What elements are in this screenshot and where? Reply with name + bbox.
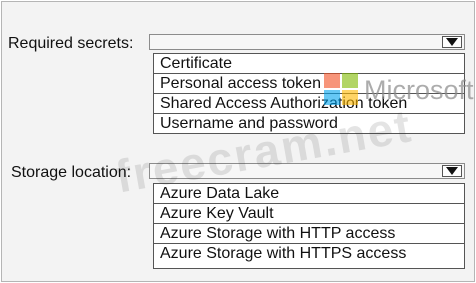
microsoft-logo-grid-icon [324, 73, 360, 107]
microsoft-logo-text: Microsoft [364, 75, 474, 105]
required-secrets-dropdown-button[interactable] [442, 36, 462, 48]
storage-location-options-list: Azure Data Lake Azure Key Vault Azure St… [153, 183, 465, 269]
chevron-down-icon [446, 38, 458, 46]
storage-option-azure-data-lake[interactable]: Azure Data Lake [154, 184, 464, 204]
storage-location-dropdown-button[interactable] [442, 165, 462, 177]
storage-option-azure-key-vault[interactable]: Azure Key Vault [154, 204, 464, 224]
chevron-down-icon [446, 167, 458, 175]
answer-area-panel: Required secrets: Certificate Personal a… [1, 1, 475, 282]
required-secrets-dropdown[interactable] [149, 34, 465, 50]
microsoft-logo: Microsoft [324, 73, 474, 107]
secrets-option-certificate[interactable]: Certificate [154, 54, 464, 74]
storage-location-dropdown[interactable] [149, 163, 465, 179]
secrets-option-username-and-password[interactable]: Username and password [154, 114, 464, 134]
storage-option-azure-storage-https[interactable]: Azure Storage with HTTPS access [154, 244, 464, 264]
storage-option-azure-storage-http[interactable]: Azure Storage with HTTP access [154, 224, 464, 244]
required-secrets-label: Required secrets: [8, 35, 134, 52]
storage-location-label: Storage location: [11, 164, 132, 181]
